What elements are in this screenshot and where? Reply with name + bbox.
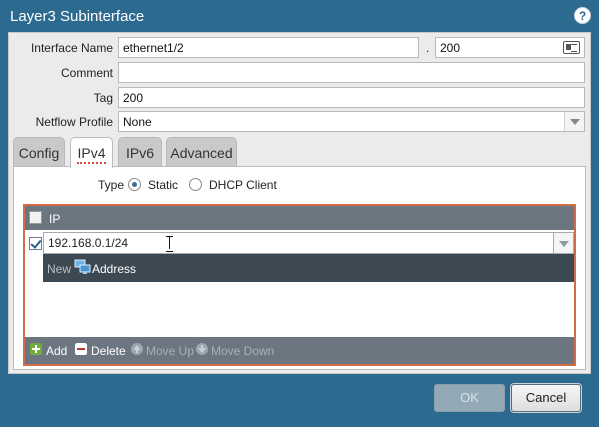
tab-config[interactable]: Config xyxy=(13,137,65,167)
subinterface-separator: . xyxy=(426,41,430,55)
comment-label: Comment xyxy=(60,66,113,80)
dialog-panel: Interface Name ethernet1/2 . 200 Comment… xyxy=(8,32,591,374)
tab-advanced-label: Advanced xyxy=(170,145,233,161)
dialog-titlebar: Layer3 Subinterface ? xyxy=(0,0,599,32)
dhcp-client-radio[interactable] xyxy=(189,178,202,191)
tag-label: Tag xyxy=(93,91,113,105)
address-icon xyxy=(74,259,91,274)
netflow-select[interactable]: None xyxy=(118,111,585,132)
tab-advanced[interactable]: Advanced xyxy=(166,137,237,167)
netflow-value: None xyxy=(123,115,152,129)
select-all-checkbox[interactable] xyxy=(29,211,42,224)
tab-ipv4[interactable]: IPv4 xyxy=(70,137,113,168)
type-label: Type xyxy=(98,178,125,192)
interface-name-row: Interface Name ethernet1/2 . 200 xyxy=(9,37,592,59)
interface-name-label: Interface Name xyxy=(30,41,113,55)
ip-address-value: 192.168.0.1/24 xyxy=(48,236,129,250)
tag-row: Tag 200 xyxy=(9,87,592,109)
interface-name-field[interactable]: ethernet1/2 xyxy=(118,37,419,58)
tab-ipv6-label: IPv6 xyxy=(125,145,154,161)
chevron-down-icon[interactable] xyxy=(564,112,584,131)
dropdown-new-label: New xyxy=(47,262,72,276)
tab-config-label: Config xyxy=(18,145,60,161)
static-radio[interactable] xyxy=(128,178,141,191)
subinterface-number-field[interactable]: 200 xyxy=(435,37,585,58)
id-card-icon[interactable] xyxy=(563,41,580,54)
text-cursor-icon xyxy=(166,236,173,252)
comment-field[interactable] xyxy=(118,62,585,83)
move-down-button: Move Down xyxy=(211,344,275,358)
ip-address-input[interactable]: 192.168.0.1/24 xyxy=(43,232,554,254)
dialog-title: Layer3 Subinterface xyxy=(10,8,145,25)
chevron-down-icon[interactable] xyxy=(554,232,574,254)
grid-header: IP xyxy=(25,206,574,230)
move-up-icon xyxy=(131,343,143,355)
ip-column-header[interactable]: IP xyxy=(49,212,60,226)
new-address-item[interactable]: Address xyxy=(92,262,136,276)
static-label[interactable]: Static xyxy=(148,178,178,192)
netflow-row: Netflow Profile None xyxy=(9,111,592,133)
ok-button[interactable]: OK xyxy=(434,384,505,412)
table-row: 192.168.0.1/24 xyxy=(25,232,574,256)
grid-toolbar: Add Delete Move Up Move Down xyxy=(25,337,574,364)
tag-field[interactable]: 200 xyxy=(118,87,585,108)
address-dropdown: New Address xyxy=(43,254,574,282)
move-up-button: Move Up xyxy=(146,344,195,358)
tab-ipv4-label: IPv4 xyxy=(77,145,106,164)
add-icon[interactable] xyxy=(30,343,42,355)
add-button[interactable]: Add xyxy=(46,344,67,358)
help-icon[interactable]: ? xyxy=(574,7,591,24)
tab-ipv6[interactable]: IPv6 xyxy=(118,137,162,167)
delete-button[interactable]: Delete xyxy=(91,344,126,358)
ipv4-tab-content: Type Static DHCP Client IP 192.168.0.1/2… xyxy=(13,166,586,370)
delete-icon[interactable] xyxy=(75,343,87,355)
dhcp-client-label[interactable]: DHCP Client xyxy=(209,178,277,192)
subinterface-number-value: 200 xyxy=(440,41,461,55)
row-checkbox[interactable] xyxy=(29,237,42,250)
comment-row: Comment xyxy=(9,62,592,84)
netflow-label: Netflow Profile xyxy=(35,115,113,129)
cancel-button[interactable]: Cancel xyxy=(511,384,581,412)
move-down-icon xyxy=(196,343,208,355)
ip-grid: IP 192.168.0.1/24 New Address Add Delete… xyxy=(23,204,576,366)
